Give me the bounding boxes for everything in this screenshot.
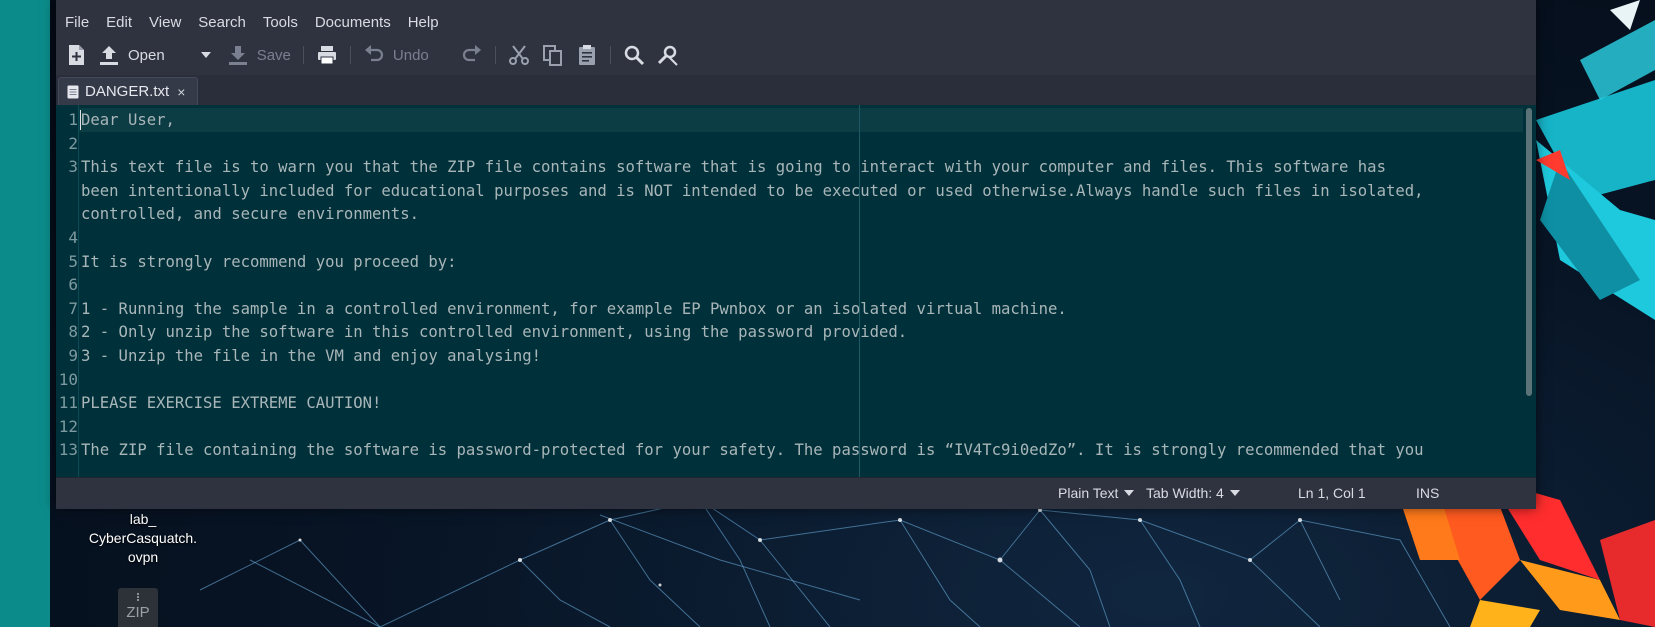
line-number: 1 (68, 110, 78, 129)
tab-width-selector[interactable]: Tab Width: 4 (1146, 485, 1240, 501)
toolbar: Open Save Undo (56, 38, 1536, 72)
cursor-position[interactable]: Ln 1, Col 1 (1298, 485, 1366, 501)
search-replace-icon (657, 45, 678, 66)
paste-button[interactable] (570, 40, 604, 70)
text-line: It is strongly recommend you proceed by: (81, 252, 457, 271)
tab-danger-txt[interactable]: DANGER.txt × (58, 77, 198, 105)
text-cursor (80, 110, 81, 130)
clipboard-icon (578, 45, 595, 65)
line-number: 5 (68, 251, 78, 271)
redo-button[interactable] (455, 40, 489, 70)
menu-search[interactable]: Search (189, 14, 254, 31)
open-label: Open (128, 46, 165, 64)
line-number: 11 (58, 393, 78, 413)
text-line: 1 - Running the sample in a controlled e… (81, 299, 1067, 318)
line-number: 10 (58, 369, 78, 389)
line-number: 3 (68, 157, 78, 177)
tab-width-label: Tab Width: 4 (1146, 485, 1224, 501)
chevron-down-icon (200, 52, 211, 58)
language-label: Plain Text (1058, 485, 1119, 501)
copy-button[interactable] (536, 40, 570, 70)
desktop-file-label-line: lab_ (129, 511, 157, 527)
text-line: This text file is to warn you that the Z… (81, 158, 1386, 177)
text-line: 2 - Only unzip the software in this cont… (81, 323, 908, 342)
menu-tools[interactable]: Tools (254, 14, 306, 31)
toolbar-separator (609, 46, 611, 64)
line-number: 2 (68, 133, 78, 153)
menu-file[interactable]: File (56, 14, 97, 31)
cut-button[interactable] (502, 40, 536, 70)
text-line: controlled, and secure environments. (81, 205, 419, 224)
line-number: 7 (68, 298, 78, 318)
line-number: 6 (68, 275, 78, 295)
line-number: 4 (68, 228, 78, 247)
chevron-down-icon (1124, 490, 1135, 496)
language-selector[interactable]: Plain Text (1058, 485, 1135, 501)
menu-bar: File Edit View Search Tools Documents He… (56, 8, 447, 36)
undo-icon (364, 45, 383, 62)
text-editor-window: File Edit View Search Tools Documents He… (56, 0, 1536, 509)
new-document-icon (69, 45, 84, 65)
desktop-file-ovpn[interactable]: lab_ CyberCasquatch. ovpn (78, 510, 208, 567)
text-line: been intentionally included for educatio… (81, 181, 1424, 200)
text-editor-area[interactable]: 1 Dear User, 2 3 This text file is to warn y… (56, 105, 1536, 477)
vertical-scrollbar[interactable] (1523, 105, 1536, 477)
document-tab-bar: DANGER.txt × (56, 75, 1536, 106)
download-arrow-icon (228, 46, 247, 65)
scrollbar-thumb[interactable] (1526, 108, 1532, 396)
line-number: 12 (58, 416, 78, 436)
redo-icon (462, 45, 481, 62)
toolbar-separator (349, 46, 351, 64)
copy-icon (542, 45, 562, 66)
save-label: Save (256, 46, 291, 64)
menu-help[interactable]: Help (399, 14, 447, 31)
text-line: 3 - Unzip the file in the VM and enjoy a… (81, 347, 542, 365)
search-icon (624, 45, 644, 66)
new-document-button[interactable] (60, 40, 92, 70)
line-number: 8 (68, 322, 78, 342)
line-number: 9 (68, 346, 78, 365)
search-replace-button[interactable] (651, 40, 685, 70)
toolbar-separator (494, 46, 496, 64)
menu-edit[interactable]: Edit (97, 14, 140, 31)
menu-documents[interactable]: Documents (306, 14, 399, 31)
text-line: Dear User, (81, 111, 175, 129)
undo-label: Undo (392, 46, 429, 64)
save-button[interactable]: Save (221, 40, 297, 70)
printer-icon (317, 46, 336, 65)
print-button[interactable] (310, 40, 344, 70)
insert-mode[interactable]: INS (1416, 485, 1439, 501)
desktop-zip-file-icon[interactable]: ZIP (118, 588, 158, 627)
upload-arrow-icon (100, 46, 118, 65)
close-icon[interactable]: × (177, 84, 185, 100)
menu-view[interactable]: View (140, 14, 189, 31)
zip-icon-label: ZIP (126, 604, 150, 621)
line-number: 13 (58, 440, 78, 460)
text-line: PLEASE EXERCISE EXTREME CAUTION! (81, 394, 382, 413)
open-recent-dropdown[interactable] (189, 40, 217, 70)
current-line-highlight (56, 108, 1526, 132)
desktop-file-label-line: CyberCasquatch. (88, 530, 198, 546)
tab-filename: DANGER.txt (85, 83, 170, 100)
toolbar-separator (302, 46, 304, 64)
undo-button[interactable]: Undo (357, 40, 435, 70)
chevron-down-icon (1229, 490, 1240, 496)
desktop-file-label-line: ovpn (127, 549, 159, 565)
open-button[interactable]: Open (92, 40, 171, 70)
scissors-icon (508, 45, 529, 65)
status-bar: Plain Text Tab Width: 4 Ln 1, Col 1 INS (56, 477, 1536, 509)
text-line: The ZIP file containing the software is … (81, 441, 1424, 460)
text-file-icon (67, 85, 79, 98)
search-button[interactable] (617, 40, 651, 70)
